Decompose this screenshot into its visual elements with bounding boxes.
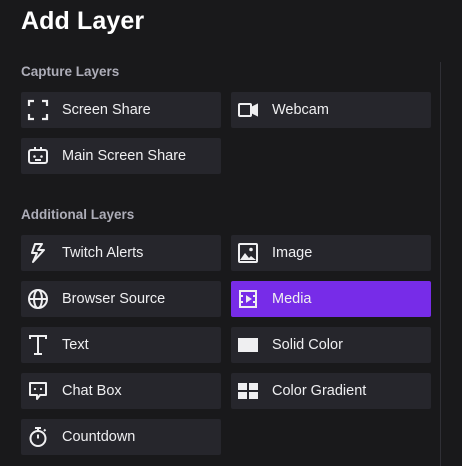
- screen-share-label: Screen Share: [62, 102, 151, 118]
- countdown-button[interactable]: Countdown: [21, 419, 221, 455]
- webcam-button[interactable]: Webcam: [231, 92, 431, 128]
- screen-share-icon: [27, 99, 49, 121]
- alert-icon: [27, 242, 49, 264]
- image-label: Image: [272, 245, 313, 261]
- solid-color-label: Solid Color: [272, 337, 343, 353]
- stopwatch-icon: [27, 426, 49, 448]
- color-gradient-label: Color Gradient: [272, 383, 367, 399]
- browser-source-label: Browser Source: [62, 291, 166, 307]
- globe-icon: [27, 288, 49, 310]
- main-screen-share-label: Main Screen Share: [62, 148, 187, 164]
- solid-color-button[interactable]: Solid Color: [231, 327, 431, 363]
- scroll-divider: [440, 62, 441, 466]
- image-button[interactable]: Image: [231, 235, 431, 271]
- webcam-label: Webcam: [272, 102, 329, 118]
- text-icon: [27, 334, 49, 356]
- dialog-title: Add Layer: [21, 7, 145, 35]
- twitch-alerts-button[interactable]: Twitch Alerts: [21, 235, 221, 271]
- screen-share-button[interactable]: Screen Share: [21, 92, 221, 128]
- text-label: Text: [62, 337, 89, 353]
- color-gradient-button[interactable]: Color Gradient: [231, 373, 431, 409]
- media-label: Media: [272, 291, 312, 307]
- chat-box-label: Chat Box: [62, 383, 122, 399]
- webcam-icon: [237, 99, 259, 121]
- text-button[interactable]: Text: [21, 327, 221, 363]
- section-capture-layers: Capture Layers: [21, 64, 120, 79]
- browser-source-button[interactable]: Browser Source: [21, 281, 221, 317]
- image-icon: [237, 242, 259, 264]
- media-icon: [237, 288, 259, 310]
- color-gradient-icon: [237, 380, 259, 402]
- main-screen-share-button[interactable]: Main Screen Share: [21, 138, 221, 174]
- solid-color-icon: [237, 334, 259, 356]
- chat-box-button[interactable]: Chat Box: [21, 373, 221, 409]
- countdown-label: Countdown: [62, 429, 136, 445]
- chat-icon: [27, 380, 49, 402]
- twitch-alerts-label: Twitch Alerts: [62, 245, 144, 261]
- main-screen-share-icon: [27, 145, 49, 167]
- section-additional-layers: Additional Layers: [21, 207, 135, 222]
- media-button[interactable]: Media: [231, 281, 431, 317]
